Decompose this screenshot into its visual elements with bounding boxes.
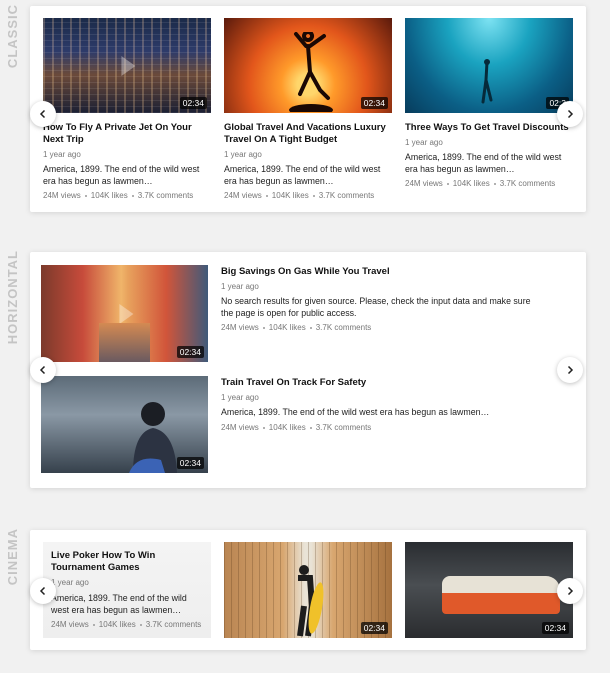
likes-count: 104K likes xyxy=(452,179,490,188)
surfer-figure xyxy=(297,565,324,637)
video-description: America, 1899. The end of the wild west … xyxy=(224,164,381,186)
video-description: America, 1899. The end of the wild west … xyxy=(51,593,187,615)
carousel-next-button[interactable] xyxy=(557,578,583,604)
carousel-prev-button[interactable] xyxy=(30,101,56,127)
video-description: America, 1899. The end of the wild west … xyxy=(405,152,562,174)
comments-count: 3.7K comments xyxy=(137,191,194,200)
views-count: 24M views xyxy=(221,323,259,332)
video-date: 1 year ago xyxy=(43,150,81,159)
duration-badge: 02:34 xyxy=(176,457,204,469)
section-label-horizontal: HORIZONTAL xyxy=(4,250,20,345)
likes-count: 104K likes xyxy=(268,323,306,332)
comments-count: 3.7K comments xyxy=(315,323,372,332)
video-title[interactable]: Three Ways To Get Travel Discounts xyxy=(405,122,575,134)
diver-figure xyxy=(481,59,493,104)
horizontal-carousel: 02:34 Big Savings On Gas While You Trave… xyxy=(30,252,586,488)
comments-count: 3.7K comments xyxy=(145,620,202,629)
chevron-right-icon xyxy=(567,109,574,119)
video-description: America, 1899. The end of the wild west … xyxy=(221,407,490,417)
likes-count: 104K likes xyxy=(90,191,128,200)
video-stats: 24M views 104K likes 3.7K comments xyxy=(224,191,374,200)
views-count: 24M views xyxy=(405,179,443,188)
likes-count: 104K likes xyxy=(268,423,306,432)
video-date: 1 year ago xyxy=(221,393,259,402)
video-description: America, 1899. The end of the wild west … xyxy=(43,164,200,186)
chevron-right-icon xyxy=(567,365,574,375)
comments-count: 3.7K comments xyxy=(318,191,375,200)
duration-badge: 02:34 xyxy=(541,622,569,634)
video-thumbnail[interactable]: 02:34 xyxy=(41,265,208,362)
chevron-left-icon xyxy=(39,365,46,375)
carousel-prev-button[interactable] xyxy=(30,578,56,604)
chevron-left-icon xyxy=(39,586,46,596)
duration-badge: 02:34 xyxy=(360,622,388,634)
video-thumbnail[interactable]: 02:34 xyxy=(224,18,392,113)
chevron-left-icon xyxy=(39,109,46,119)
video-stats: 24M views 104K likes 3.7K comments xyxy=(221,423,371,432)
comments-count: 3.7K comments xyxy=(499,179,556,188)
chevron-right-icon xyxy=(567,586,574,596)
video-stats: 24M views 104K likes 3.7K comments xyxy=(221,323,371,332)
video-thumbnail[interactable]: Live Poker How To Win Tournament Games 1… xyxy=(43,542,211,638)
views-count: 24M views xyxy=(43,191,81,200)
video-title[interactable]: Live Poker How To Win Tournament Games xyxy=(51,550,206,574)
cinema-carousel: Live Poker How To Win Tournament Games 1… xyxy=(30,530,586,650)
duration-badge: 02:34 xyxy=(179,97,207,109)
video-stats: 24M views 104K likes 3.7K comments xyxy=(51,620,201,629)
views-count: 24M views xyxy=(224,191,262,200)
carousel-prev-button[interactable] xyxy=(30,357,56,383)
video-thumbnail[interactable]: 02:34 xyxy=(405,542,573,638)
views-count: 24M views xyxy=(221,423,259,432)
section-label-cinema: CINEMA xyxy=(4,528,20,586)
video-title[interactable]: Global Travel And Vacations Luxury Trave… xyxy=(224,122,394,146)
video-thumbnail[interactable]: 02:34 xyxy=(41,376,208,473)
video-thumbnail[interactable]: 02:3 xyxy=(405,18,573,113)
video-date: 1 year ago xyxy=(51,578,89,587)
video-thumbnail[interactable]: 02:34 xyxy=(43,18,211,113)
play-icon xyxy=(121,55,136,76)
video-stats: 24M views 104K likes 3.7K comments xyxy=(43,191,193,200)
video-stats: 24M views 104K likes 3.7K comments xyxy=(405,179,555,188)
play-icon xyxy=(118,303,133,324)
silhouette-figure xyxy=(289,32,333,112)
video-date: 1 year ago xyxy=(405,138,443,147)
video-date: 1 year ago xyxy=(221,282,259,291)
carousel-next-button[interactable] xyxy=(557,357,583,383)
video-title[interactable]: How To Fly A Private Jet On Your Next Tr… xyxy=(43,122,211,146)
carousel-next-button[interactable] xyxy=(557,101,583,127)
views-count: 24M views xyxy=(51,620,89,629)
video-title[interactable]: Big Savings On Gas While You Travel xyxy=(221,266,551,278)
duration-badge: 02:34 xyxy=(360,97,388,109)
classic-carousel: 02:34 How To Fly A Private Jet On Your N… xyxy=(30,6,586,212)
likes-count: 104K likes xyxy=(271,191,309,200)
video-title[interactable]: Train Travel On Track For Safety xyxy=(221,377,551,389)
video-date: 1 year ago xyxy=(224,150,262,159)
video-thumbnail[interactable]: 02:34 xyxy=(224,542,392,638)
likes-count: 104K likes xyxy=(98,620,136,629)
video-description: No search results for given source. Plea… xyxy=(221,296,531,318)
duration-badge: 02:34 xyxy=(176,346,204,358)
comments-count: 3.7K comments xyxy=(315,423,372,432)
section-label-classic: CLASSIC xyxy=(4,4,20,69)
